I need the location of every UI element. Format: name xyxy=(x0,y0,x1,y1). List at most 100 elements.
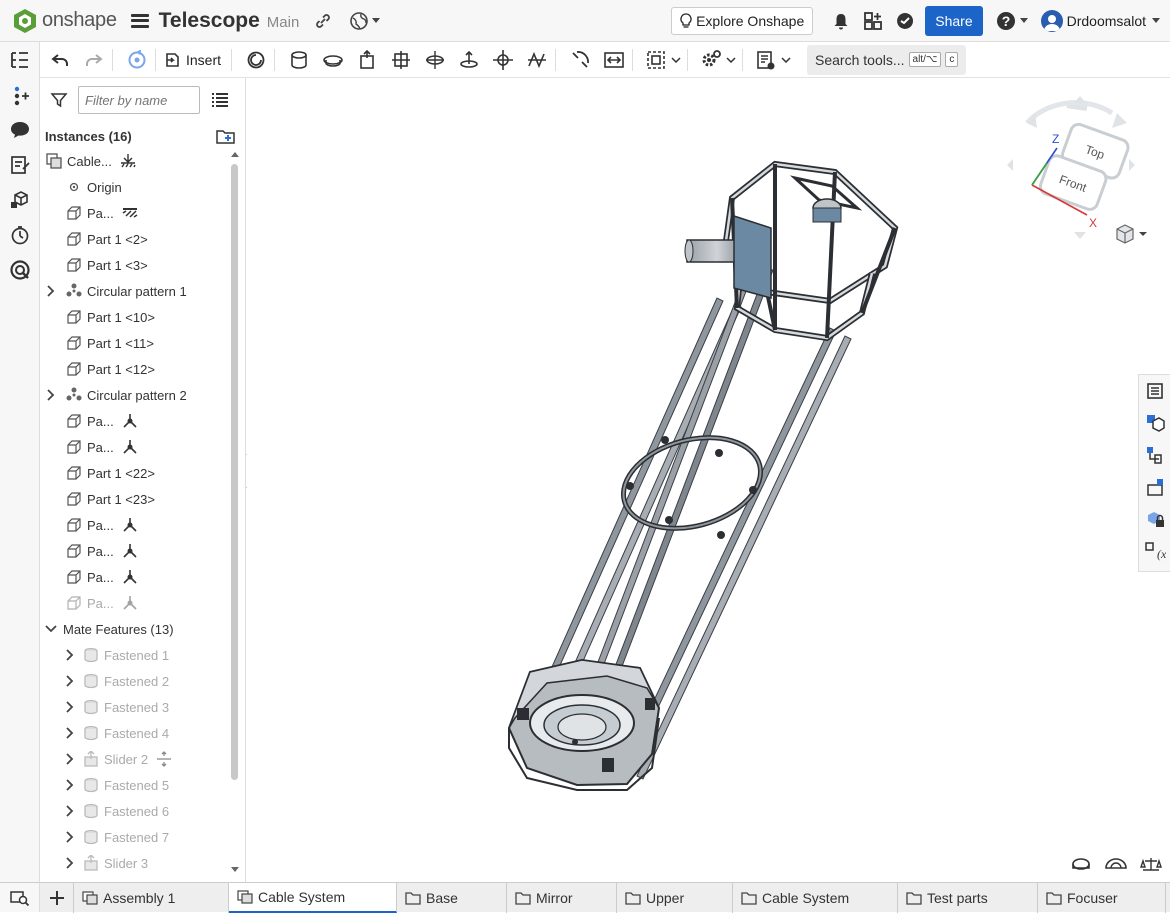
configurations-icon[interactable] xyxy=(1139,375,1170,407)
view-cube[interactable]: Top Front Z X xyxy=(1007,96,1135,239)
mate-feature-row[interactable]: Fastened 5 xyxy=(40,772,228,798)
ball-mate-icon[interactable] xyxy=(489,46,517,74)
filter-by-name-input[interactable] xyxy=(78,86,200,114)
instance-row[interactable]: Part 1 <12> xyxy=(40,356,228,382)
mate-connector-insert-icon[interactable] xyxy=(0,77,40,112)
add-tab-button[interactable] xyxy=(40,883,74,913)
mate-feature-row[interactable]: Fastened 1 xyxy=(40,642,228,668)
document-title[interactable]: Telescope xyxy=(159,9,260,33)
pin-slot-mate-icon[interactable] xyxy=(455,46,483,74)
chevron-right-icon[interactable] xyxy=(63,675,77,687)
redo-icon[interactable] xyxy=(80,46,108,74)
inspect-icon[interactable] xyxy=(0,252,40,287)
instance-row[interactable]: Pa... xyxy=(40,590,228,616)
instance-row[interactable]: Pa... xyxy=(40,200,228,226)
instance-row[interactable]: Pa... xyxy=(40,512,228,538)
measure-icons[interactable] xyxy=(1072,858,1162,871)
instance-row[interactable]: Origin xyxy=(40,174,228,200)
gear-icon[interactable] xyxy=(698,46,738,74)
group-icon[interactable] xyxy=(643,46,683,74)
mate-feature-row[interactable]: Fastened 3 xyxy=(40,694,228,720)
parallel-mate-icon[interactable] xyxy=(523,46,551,74)
width-mate-icon[interactable] xyxy=(600,46,628,74)
chevron-right-icon[interactable] xyxy=(63,805,77,817)
mate-values-icon[interactable] xyxy=(1139,439,1170,471)
document-tab[interactable]: Test parts xyxy=(898,883,1038,913)
chevron-right-icon[interactable] xyxy=(44,285,58,297)
explode-icon[interactable] xyxy=(1139,471,1170,503)
search-tools-button[interactable]: Search tools... alt/⌥ c xyxy=(807,44,967,75)
filter-icon[interactable] xyxy=(50,91,68,109)
onshape-logo[interactable]: onshape xyxy=(12,8,117,34)
share-button[interactable]: Share xyxy=(925,5,983,36)
app-store-icon[interactable] xyxy=(863,11,883,31)
instance-row[interactable]: Circular pattern 1 xyxy=(40,278,228,304)
replicate-icon[interactable] xyxy=(242,46,270,74)
document-tab[interactable]: Upper xyxy=(617,883,733,913)
mate-feature-row[interactable]: Slider 3 xyxy=(40,850,228,876)
regenerate-icon[interactable] xyxy=(123,46,151,74)
telescope-model[interactable]: Top Front Z X xyxy=(247,78,1170,882)
instance-row[interactable]: Pa... xyxy=(40,434,228,460)
globe-icon[interactable] xyxy=(347,11,381,31)
instance-row[interactable]: Part 1 <23> xyxy=(40,486,228,512)
instance-row[interactable]: Cable... xyxy=(40,148,228,174)
scroll-down-icon[interactable] xyxy=(230,866,240,874)
instance-row[interactable]: Part 1 <22> xyxy=(40,460,228,486)
view-options-dropdown[interactable] xyxy=(1116,224,1147,244)
chevron-right-icon[interactable] xyxy=(44,389,58,401)
chevron-right-icon[interactable] xyxy=(63,779,77,791)
list-view-icon[interactable] xyxy=(212,93,228,107)
branch-name[interactable]: Main xyxy=(267,14,300,31)
chevron-down-icon[interactable] xyxy=(44,625,58,633)
planar-mate-icon[interactable] xyxy=(387,46,415,74)
scrollbar-thumb[interactable] xyxy=(231,164,238,780)
document-tab[interactable]: Mirror xyxy=(507,883,617,913)
notifications-bell-icon[interactable] xyxy=(831,11,851,31)
mate-feature-row[interactable]: Fastened 7 xyxy=(40,824,228,850)
panel-scrollbar[interactable] xyxy=(229,148,241,882)
link-icon[interactable] xyxy=(313,11,333,31)
mate-features-header[interactable]: Mate Features (13) xyxy=(40,616,228,642)
appearance-icon[interactable] xyxy=(1139,407,1170,439)
variables-icon[interactable]: (x) xyxy=(1139,535,1170,567)
notes-icon[interactable] xyxy=(0,147,40,182)
insert-button[interactable]: Insert xyxy=(164,52,221,68)
properties-lock-icon[interactable] xyxy=(1139,503,1170,535)
revolute-mate-icon[interactable] xyxy=(319,46,347,74)
mate-feature-row[interactable]: Fastened 6 xyxy=(40,798,228,824)
instances-header[interactable]: Instances (16) xyxy=(40,122,245,150)
user-menu[interactable]: Drdoomsalot xyxy=(1040,9,1160,32)
mate-feature-row[interactable]: Slider 2 xyxy=(40,746,228,772)
help-icon[interactable]: ? xyxy=(995,11,1029,31)
chevron-right-icon[interactable] xyxy=(63,831,77,843)
document-tab[interactable]: Cable System xyxy=(229,883,397,913)
instance-row[interactable]: Part 1 <11> xyxy=(40,330,228,356)
main-menu-icon[interactable] xyxy=(130,13,149,28)
instance-row[interactable]: Pa... xyxy=(40,538,228,564)
document-tab[interactable]: Assembly 1 xyxy=(74,883,229,913)
explore-onshape-button[interactable]: Explore Onshape xyxy=(671,6,814,35)
learning-center-icon[interactable] xyxy=(895,11,915,31)
feature-list-icon[interactable] xyxy=(0,42,40,77)
comments-icon[interactable] xyxy=(0,112,40,147)
instance-row[interactable]: Pa... xyxy=(40,564,228,590)
scroll-up-icon[interactable] xyxy=(230,150,240,158)
slider-mate-icon[interactable] xyxy=(353,46,381,74)
cylindrical-mate-icon[interactable] xyxy=(421,46,449,74)
bom-icon[interactable] xyxy=(753,46,793,74)
insert-part-icon[interactable] xyxy=(0,182,40,217)
document-tab[interactable]: Base xyxy=(397,883,507,913)
instance-row[interactable]: Part 1 <3> xyxy=(40,252,228,278)
mate-feature-row[interactable]: Fastened 2 xyxy=(40,668,228,694)
chevron-right-icon[interactable] xyxy=(63,649,77,661)
animation-icon[interactable] xyxy=(0,217,40,252)
document-tab[interactable]: Cable System xyxy=(733,883,898,913)
document-tab[interactable]: Focuser xyxy=(1038,883,1166,913)
tangent-mate-icon[interactable] xyxy=(566,46,594,74)
chevron-right-icon[interactable] xyxy=(63,727,77,739)
fastened-mate-icon[interactable] xyxy=(285,46,313,74)
instance-row[interactable]: Part 1 <2> xyxy=(40,226,228,252)
search-tabs-icon[interactable] xyxy=(9,889,30,907)
chevron-right-icon[interactable] xyxy=(63,753,77,765)
